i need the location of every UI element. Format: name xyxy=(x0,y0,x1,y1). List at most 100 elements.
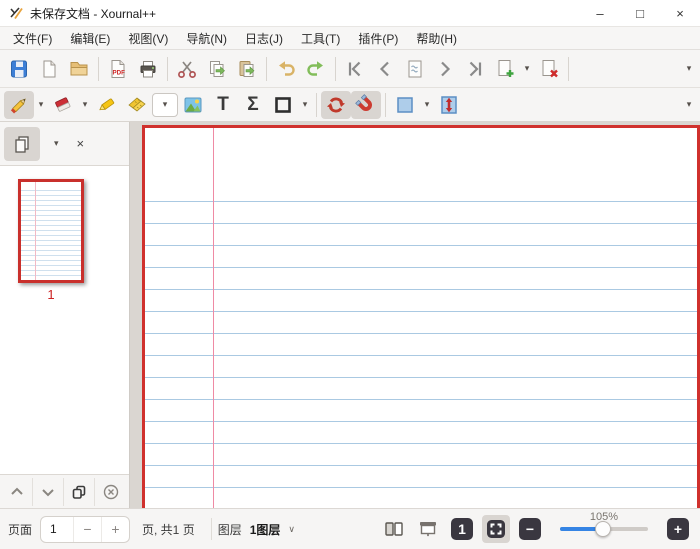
zoom-slider[interactable]: 105% xyxy=(560,527,648,531)
vertical-space-button[interactable] xyxy=(434,91,464,119)
export-pdf-button[interactable]: PDF xyxy=(103,55,133,83)
shape-recognizer-dropdown[interactable]: ▾ xyxy=(152,93,178,117)
pen-tool-button[interactable] xyxy=(4,91,34,119)
status-bar: 页面 1 − + 页, 共1 页 图层 1图层 ∨ 1 xyxy=(0,508,700,549)
menu-journal[interactable]: 日志(J) xyxy=(236,28,292,49)
new-document-button[interactable] xyxy=(34,55,64,83)
delete-page-icon xyxy=(538,58,560,80)
separator xyxy=(167,57,168,81)
open-button[interactable] xyxy=(64,55,94,83)
zoom-slider-handle[interactable] xyxy=(595,521,611,537)
add-page-button[interactable] xyxy=(490,55,520,83)
cut-button[interactable] xyxy=(172,55,202,83)
select-rectangle-button[interactable] xyxy=(390,91,420,119)
rotation-snap-button[interactable] xyxy=(321,91,351,119)
page-spinner[interactable]: 1 − + xyxy=(40,516,130,543)
zoom-in-button[interactable]: + xyxy=(664,515,692,543)
rotation-snap-icon xyxy=(325,94,347,116)
close-button[interactable]: × xyxy=(660,0,700,26)
add-page-dropdown[interactable]: ▾ xyxy=(520,55,534,83)
page-label: 页面 xyxy=(8,521,32,538)
copy-button[interactable] xyxy=(202,55,232,83)
document-canvas[interactable] xyxy=(130,122,700,508)
minimize-button[interactable]: – xyxy=(580,0,620,26)
redo-button[interactable] xyxy=(301,55,331,83)
page-thumbnail[interactable] xyxy=(18,179,84,283)
duplicate-page-button[interactable] xyxy=(64,478,95,506)
delete-page-sidebar-button[interactable] xyxy=(95,478,126,506)
image-tool-button[interactable] xyxy=(178,91,208,119)
menu-tools[interactable]: 工具(T) xyxy=(292,28,349,49)
thumbnail-ruled-lines xyxy=(21,190,81,276)
undo-button[interactable] xyxy=(271,55,301,83)
first-page-button[interactable] xyxy=(340,55,370,83)
maximize-button[interactable]: □ xyxy=(620,0,660,26)
menu-view[interactable]: 视图(V) xyxy=(119,28,177,49)
menu-navigate[interactable]: 导航(N) xyxy=(177,28,236,49)
page-down-button[interactable] xyxy=(33,478,64,506)
svg-text:PDF: PDF xyxy=(113,69,126,76)
pen-icon xyxy=(8,94,30,116)
pen-dropdown[interactable]: ▾ xyxy=(34,91,48,119)
eraser-tool-button[interactable] xyxy=(48,91,78,119)
menu-help[interactable]: 帮助(H) xyxy=(407,28,466,49)
menu-file[interactable]: 文件(F) xyxy=(4,28,61,49)
previous-page-button[interactable] xyxy=(370,55,400,83)
separator xyxy=(266,57,267,81)
presentation-mode-button[interactable] xyxy=(414,515,442,543)
open-folder-icon xyxy=(68,58,90,80)
next-page-button[interactable] xyxy=(430,55,460,83)
layer-dropdown-icon[interactable]: ∨ xyxy=(288,524,295,535)
separator xyxy=(316,93,317,117)
title-bar: 未保存文档 - Xournal++ – □ × xyxy=(0,0,700,27)
select-dropdown[interactable]: ▾ xyxy=(420,91,434,119)
annotated-page-icon xyxy=(404,58,426,80)
page-decrement-button[interactable]: − xyxy=(73,517,101,542)
next-page-icon xyxy=(434,58,456,80)
zoom-slider-track[interactable] xyxy=(560,527,648,531)
zoom-out-button[interactable]: − xyxy=(516,515,544,543)
menu-plugins[interactable]: 插件(P) xyxy=(349,28,407,49)
ruler-icon xyxy=(126,94,148,116)
goto-annotated-page-button[interactable] xyxy=(400,55,430,83)
highlighter-icon xyxy=(96,94,118,116)
save-button[interactable] xyxy=(4,55,34,83)
eraser-dropdown[interactable]: ▾ xyxy=(78,91,92,119)
toolbar-file: PDF xyxy=(0,50,700,88)
paste-icon xyxy=(236,58,258,80)
last-page-icon xyxy=(464,58,486,80)
shape-dropdown[interactable]: ▾ xyxy=(298,91,312,119)
ruler-tool-button[interactable] xyxy=(122,91,152,119)
math-tex-button[interactable]: Σ xyxy=(238,91,268,119)
toolbar2-overflow-dropdown[interactable]: ▾ xyxy=(682,91,696,119)
shape-tool-button[interactable] xyxy=(268,91,298,119)
content-area: ▾ × 1 xyxy=(0,122,700,508)
last-page-button[interactable] xyxy=(460,55,490,83)
square-shape-icon xyxy=(272,94,294,116)
page-spinner-value[interactable]: 1 xyxy=(41,522,73,536)
highlighter-tool-button[interactable] xyxy=(92,91,122,119)
delete-page-button[interactable] xyxy=(534,55,564,83)
copy-icon xyxy=(206,58,228,80)
single-page-icon: 1 xyxy=(451,518,473,540)
text-tool-button[interactable]: T xyxy=(208,91,238,119)
dual-page-view-button[interactable] xyxy=(380,515,408,543)
zoom-fit-button[interactable] xyxy=(482,515,510,543)
print-button[interactable] xyxy=(133,55,163,83)
page-increment-button[interactable]: + xyxy=(101,517,129,542)
layer-selector-value[interactable]: 1图层 xyxy=(250,521,281,538)
page-up-button[interactable] xyxy=(2,478,33,506)
paste-button[interactable] xyxy=(232,55,262,83)
eraser-icon xyxy=(52,94,74,116)
grid-snap-button[interactable] xyxy=(351,91,381,119)
sidebar-dropdown[interactable]: ▾ xyxy=(54,138,59,149)
single-page-view-button[interactable]: 1 xyxy=(448,515,476,543)
cut-icon xyxy=(176,58,198,80)
page-preview-toggle-button[interactable] xyxy=(4,127,40,161)
document-page[interactable] xyxy=(142,125,700,508)
toolbar-overflow-dropdown[interactable]: ▾ xyxy=(682,55,696,83)
undo-icon xyxy=(275,58,297,80)
menu-edit[interactable]: 编辑(E) xyxy=(61,28,119,49)
sidebar-close-button[interactable]: × xyxy=(77,136,85,151)
separator xyxy=(568,57,569,81)
